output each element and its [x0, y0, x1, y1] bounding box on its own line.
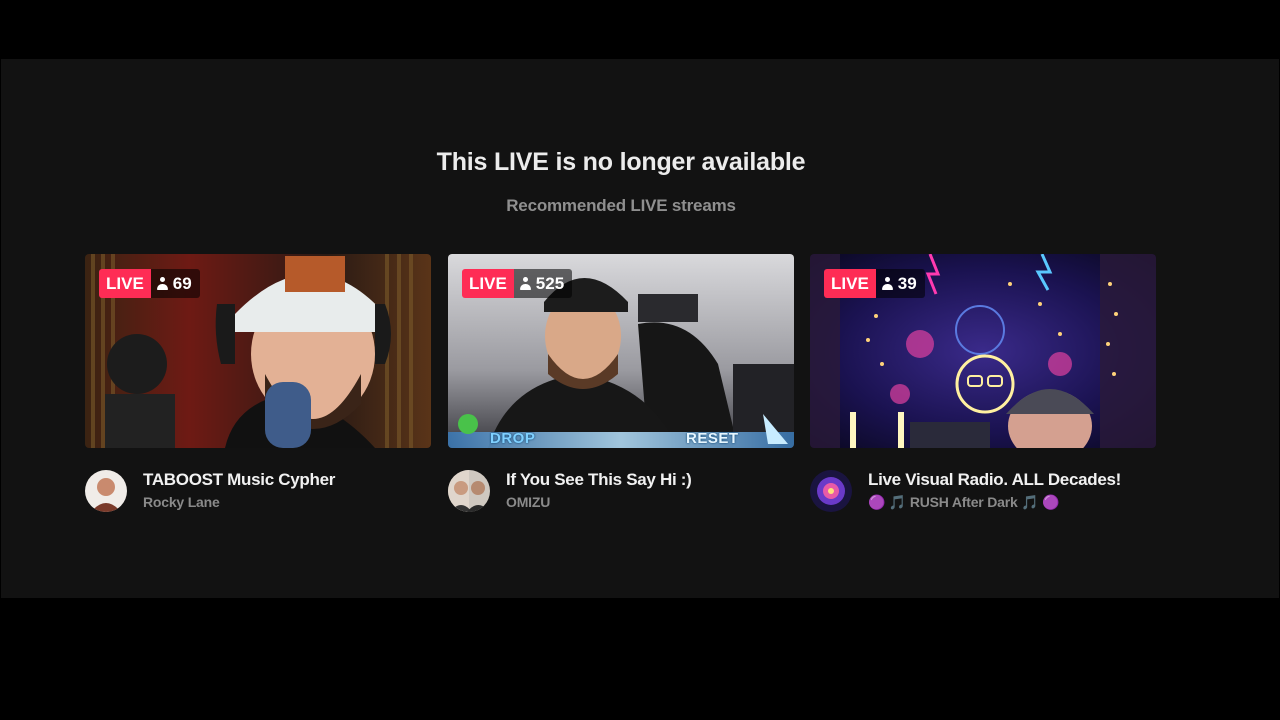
stream-card[interactable]: DROP RESET LIVE 525 If You See This Say …	[448, 254, 794, 516]
live-status: LIVE 525	[462, 269, 573, 298]
viewer-count-value: 69	[172, 273, 192, 293]
live-status: LIVE 69	[99, 269, 200, 298]
viewer-count-value: 39	[897, 273, 917, 293]
stream-card[interactable]: LIVE 39 Live Visual Radio. ALL Decades! …	[810, 254, 1156, 516]
stream-thumbnail[interactable]: LIVE 39	[810, 254, 1156, 448]
live-badge: LIVE	[99, 269, 151, 298]
live-badge: LIVE	[824, 269, 876, 298]
person-icon	[519, 277, 531, 290]
stream-title[interactable]: TABOOST Music Cypher	[143, 470, 433, 490]
channel-name[interactable]: Rocky Lane	[143, 494, 220, 510]
stream-title[interactable]: If You See This Say Hi :)	[506, 470, 796, 490]
unavailable-live-panel: This LIVE is no longer available Recomme…	[1, 59, 1279, 598]
avatar[interactable]	[448, 470, 490, 512]
live-badge: LIVE	[462, 269, 514, 298]
avatar[interactable]	[810, 470, 852, 512]
channel-name[interactable]: 🟣 🎵 RUSH After Dark 🎵 🟣	[868, 494, 1060, 511]
overlay-reset-label: RESET	[686, 430, 739, 447]
stream-card[interactable]: LIVE 69 TABOOST Music Cypher Rocky Lane	[85, 254, 431, 516]
person-icon	[156, 277, 168, 290]
channel-name[interactable]: OMIZU	[506, 494, 550, 510]
person-icon	[881, 277, 893, 290]
live-status: LIVE 39	[824, 269, 925, 298]
overlay-drop-label: DROP	[490, 430, 536, 447]
avatar[interactable]	[85, 470, 127, 512]
viewer-count: 69	[150, 269, 200, 298]
stream-title[interactable]: Live Visual Radio. ALL Decades!	[868, 470, 1158, 490]
stream-thumbnail[interactable]: DROP RESET LIVE 525	[448, 254, 794, 448]
page-title: This LIVE is no longer available	[436, 148, 806, 176]
viewer-count: 39	[875, 269, 925, 298]
stream-thumbnail[interactable]: LIVE 69	[85, 254, 431, 448]
viewer-count-value: 525	[535, 273, 565, 293]
recommended-heading: Recommended LIVE streams	[506, 196, 736, 215]
viewer-count: 525	[513, 269, 573, 298]
